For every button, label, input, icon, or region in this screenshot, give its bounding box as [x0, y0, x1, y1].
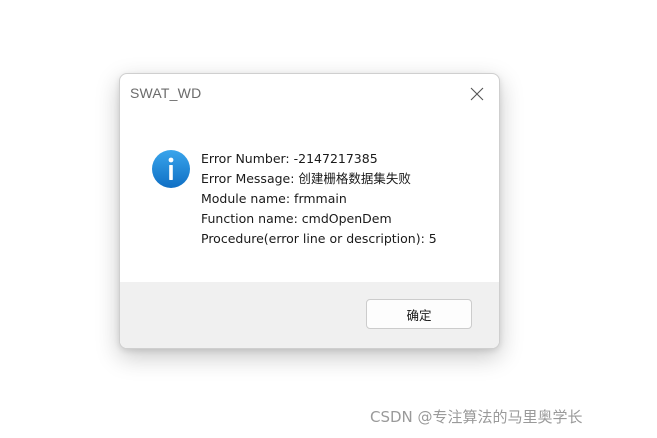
close-button[interactable] [464, 82, 490, 106]
dialog-content: Error Number: -2147217385 Error Message:… [120, 112, 499, 282]
ok-button[interactable]: 确定 [366, 299, 472, 329]
error-dialog: SWAT_WD Error Number: -2147217385 Error … [119, 73, 500, 349]
dialog-title: SWAT_WD [130, 85, 202, 101]
watermark-text: CSDN @专注算法的马里奥学长 [370, 408, 583, 426]
error-details: Error Number: -2147217385 Error Message:… [201, 149, 437, 249]
close-icon [470, 87, 484, 101]
module-name-text: Module name: frmmain [201, 191, 347, 206]
dialog-footer: 确定 [120, 282, 499, 348]
info-icon [151, 149, 191, 189]
error-message-text: Error Message: 创建栅格数据集失败 [201, 171, 411, 186]
function-name-text: Function name: cmdOpenDem [201, 211, 392, 226]
dialog-titlebar[interactable]: SWAT_WD [120, 74, 499, 112]
error-number-text: Error Number: -2147217385 [201, 151, 378, 166]
procedure-text: Procedure(error line or description): 5 [201, 231, 437, 246]
